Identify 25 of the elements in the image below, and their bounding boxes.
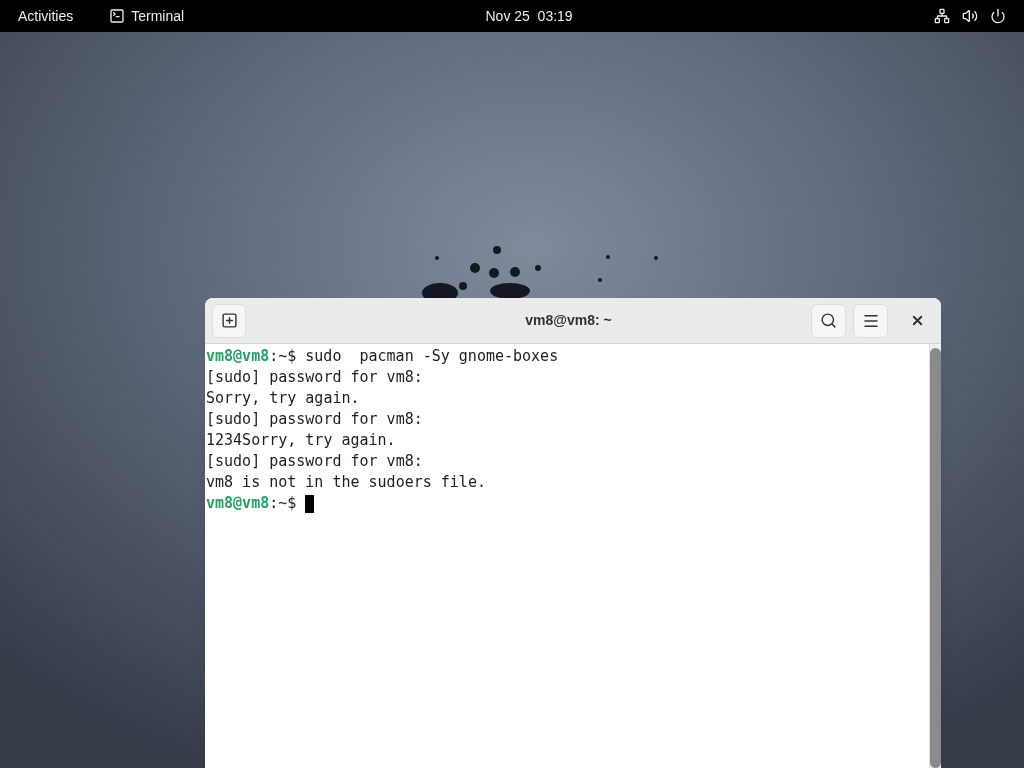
app-menu-button[interactable]: Terminal xyxy=(109,5,185,27)
menu-button[interactable] xyxy=(853,303,888,338)
prompt-user: vm8@vm8 xyxy=(206,346,270,367)
search-icon xyxy=(820,312,837,329)
command-text: sudo pacman -Sy gnome-boxes xyxy=(305,346,559,367)
prompt-path: :~$ xyxy=(269,493,297,514)
network-icon[interactable] xyxy=(934,8,950,24)
new-tab-button[interactable] xyxy=(212,303,246,338)
power-icon[interactable] xyxy=(990,8,1006,24)
output-line: Sorry, try again. xyxy=(206,388,360,409)
clock[interactable]: Nov 25 03:19 xyxy=(485,5,573,27)
volume-icon[interactable] xyxy=(962,8,978,24)
output-line: [sudo] password for vm8: xyxy=(206,451,423,472)
search-button[interactable] xyxy=(811,303,846,338)
new-tab-icon xyxy=(220,312,238,329)
scrollbar[interactable] xyxy=(929,344,941,768)
terminal-icon xyxy=(109,8,126,24)
output-line: vm8 is not in the sudoers file. xyxy=(206,472,486,493)
window-title: vm8@vm8: ~ xyxy=(525,311,612,330)
activities-button[interactable]: Activities xyxy=(18,5,74,27)
output-line: [sudo] password for vm8: xyxy=(206,367,423,388)
prompt-user: vm8@vm8 xyxy=(206,493,270,514)
output-line: 1234Sorry, try again. xyxy=(206,430,396,451)
prompt-path: :~$ xyxy=(269,346,297,367)
output-line: [sudo] password for vm8: xyxy=(206,409,423,430)
